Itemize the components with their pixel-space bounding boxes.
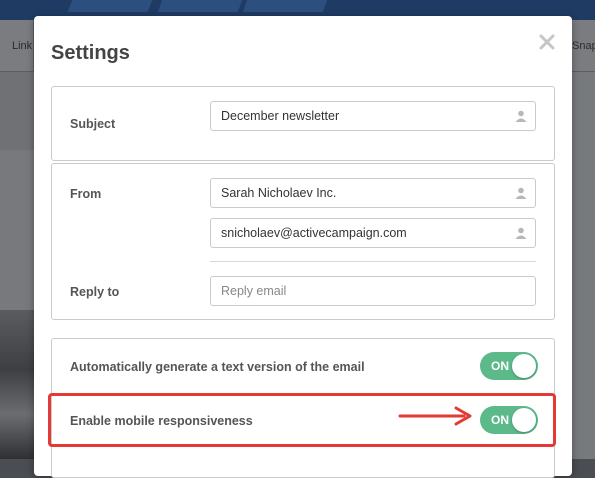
close-icon[interactable] <box>538 33 556 51</box>
highlight-box <box>48 393 556 447</box>
from-name-input[interactable]: Sarah Nicholaev Inc. <box>210 178 536 208</box>
field-divider <box>210 261 536 262</box>
user-icon[interactable] <box>515 110 527 122</box>
toggle-state: ON <box>491 359 509 373</box>
annotation-arrow <box>398 406 472 426</box>
from-label: From <box>70 187 102 201</box>
top-bar-tab <box>67 0 153 12</box>
from-email-input[interactable]: snicholaev@activecampaign.com <box>210 218 536 248</box>
editor-side-panel <box>0 72 34 150</box>
top-bar-tab <box>157 0 243 12</box>
from-name-value: Sarah Nicholaev Inc. <box>221 186 337 200</box>
subject-value: December newsletter <box>221 109 340 123</box>
background-image <box>0 310 34 459</box>
reply-to-label: Reply to <box>70 285 120 299</box>
toolbar-snap-label[interactable]: Snap <box>572 40 595 52</box>
user-icon[interactable] <box>515 227 527 239</box>
toggle-knob <box>512 354 536 378</box>
editor-right-panel <box>572 72 595 459</box>
editor-side-panel <box>0 150 34 310</box>
subject-card: Subject December newsletter <box>51 86 555 161</box>
modal-title: Settings <box>51 42 130 64</box>
text-version-label: Automatically generate a text version of… <box>70 360 365 374</box>
text-version-toggle[interactable]: ON <box>480 352 538 380</box>
sender-card: From Sarah Nicholaev Inc. snicholaev@act… <box>51 163 555 320</box>
reply-to-placeholder: Reply email <box>221 284 287 298</box>
top-bar-tab <box>242 0 328 12</box>
subject-label: Subject <box>70 117 116 131</box>
from-email-value: snicholaev@activecampaign.com <box>221 226 407 240</box>
toolbar-link-label[interactable]: Link <box>12 40 34 52</box>
subject-input[interactable]: December newsletter <box>210 101 536 131</box>
user-icon[interactable] <box>515 187 527 199</box>
reply-to-input[interactable]: Reply email <box>210 276 536 306</box>
